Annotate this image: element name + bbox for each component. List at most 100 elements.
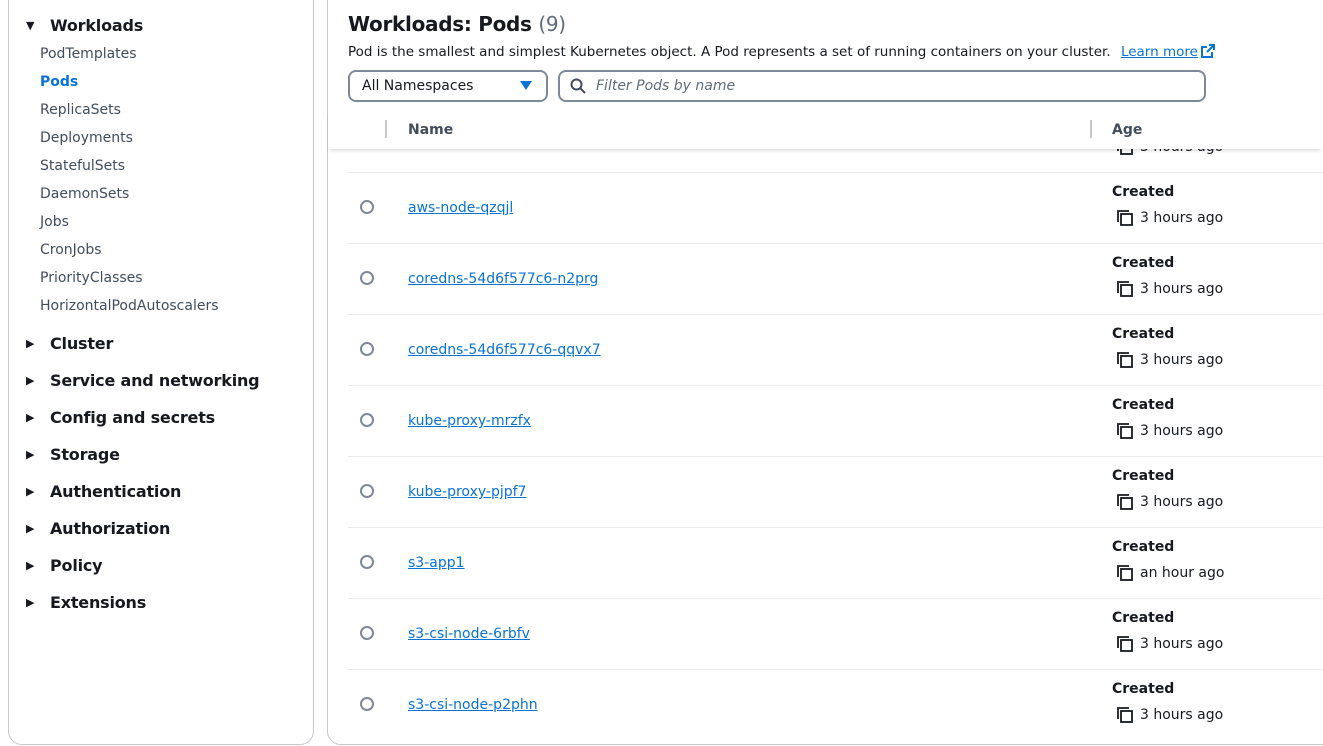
row-select-radio[interactable] [360, 626, 374, 640]
copy-icon[interactable] [1116, 564, 1134, 582]
table-header: Name Age [328, 112, 1323, 149]
namespace-select-value: All Namespaces [362, 78, 474, 94]
nav-section-label: Policy [50, 556, 103, 575]
nav-section-storage[interactable]: ▶ Storage [26, 445, 120, 464]
page-title: Workloads: Pods (9) [348, 12, 566, 36]
age-cell: 3 hours ago [1116, 351, 1223, 369]
column-header-age[interactable]: Age [1112, 122, 1142, 138]
age-label: Created [1112, 610, 1175, 626]
sidebar-item-pods[interactable]: Pods [40, 74, 78, 90]
column-divider [385, 120, 387, 138]
caret-right-icon: ▶ [26, 596, 35, 609]
sidebar-item-cronjobs[interactable]: CronJobs [40, 242, 102, 258]
copy-icon[interactable] [1116, 280, 1134, 298]
row-select-radio[interactable] [360, 200, 374, 214]
age-value: 3 hours ago [1140, 423, 1224, 439]
nav-section-label: Authentication [50, 482, 182, 501]
copy-icon[interactable] [1116, 351, 1134, 369]
search-box[interactable] [558, 70, 1206, 102]
row-select-radio[interactable] [360, 555, 374, 569]
caret-right-icon: ▶ [26, 374, 35, 387]
age-value: 3 hours ago [1140, 494, 1224, 510]
nav-section-policy[interactable]: ▶ Policy [26, 556, 103, 575]
learn-more-link[interactable]: Learn more [1121, 44, 1215, 60]
column-header-name[interactable]: Name [408, 122, 453, 138]
copy-icon[interactable] [1116, 493, 1134, 511]
learn-more-label: Learn more [1120, 44, 1198, 60]
row-select-radio[interactable] [360, 484, 374, 498]
copy-icon[interactable] [1116, 635, 1134, 653]
pod-name-link[interactable]: s3-app1 [408, 555, 465, 571]
age-value: 3 hours ago [1140, 281, 1224, 297]
table-row: coredns-54d6f577c6-n2prg Created 3 hours… [348, 243, 1323, 315]
table-row: s3-app1 Created an hour ago [348, 527, 1323, 599]
age-value: 3 hours ago [1140, 707, 1224, 723]
nav-section-label: Workloads [50, 16, 144, 35]
sidebar-item-jobs[interactable]: Jobs [40, 214, 69, 230]
nav-section-workloads[interactable]: ▼ Workloads [26, 16, 143, 35]
pod-name-link[interactable]: aws-node-qzqjl [408, 200, 513, 216]
pod-name-link[interactable]: coredns-54d6f577c6-n2prg [408, 271, 598, 287]
row-select-radio[interactable] [360, 271, 374, 285]
pod-name-link[interactable]: s3-csi-node-p2phn [408, 697, 538, 713]
caret-down-icon [520, 81, 532, 90]
row-select-radio[interactable] [360, 413, 374, 427]
external-link-icon [1200, 44, 1215, 58]
row-select-radio[interactable] [360, 342, 374, 356]
copy-icon[interactable] [1116, 706, 1134, 724]
copy-icon[interactable] [1116, 209, 1134, 227]
sidebar-item-horizontalpodautoscalers[interactable]: HorizontalPodAutoscalers [40, 298, 219, 314]
namespace-select[interactable]: All Namespaces [348, 70, 548, 102]
nav-section-authentication[interactable]: ▶ Authentication [26, 482, 181, 501]
nav-section-config-secrets[interactable]: ▶ Config and secrets [26, 408, 215, 427]
pod-name-link[interactable]: coredns-54d6f577c6-qqvx7 [408, 342, 601, 358]
pod-count: (9) [538, 12, 566, 36]
nav-section-label: Service and networking [50, 371, 260, 390]
pod-name-link[interactable]: s3-csi-node-6rbfv [408, 626, 530, 642]
nav-section-label: Config and secrets [50, 408, 215, 427]
age-label: Created [1112, 468, 1175, 484]
page-title-text: Workloads: Pods [348, 12, 532, 36]
age-label: Created [1112, 539, 1175, 555]
nav-section-label: Authorization [50, 519, 171, 538]
sidebar-item-deployments[interactable]: Deployments [40, 130, 133, 146]
pod-name-link[interactable]: kube-proxy-mrzfx [408, 413, 531, 429]
caret-right-icon: ▶ [26, 411, 35, 424]
sidebar-item-priorityclasses[interactable]: PriorityClasses [40, 270, 143, 286]
column-divider[interactable] [1090, 120, 1092, 138]
copy-icon[interactable] [1116, 422, 1134, 440]
caret-right-icon: ▶ [26, 485, 35, 498]
age-label: Created [1112, 681, 1175, 697]
age-label: Created [1112, 397, 1175, 413]
nav-section-extensions[interactable]: ▶ Extensions [26, 593, 146, 612]
sidebar-item-daemonsets[interactable]: DaemonSets [40, 186, 129, 202]
nav-section-authorization[interactable]: ▶ Authorization [26, 519, 170, 538]
nav-section-label: Extensions [50, 593, 147, 612]
nav-section-label: Storage [50, 445, 120, 464]
nav-section-service-networking[interactable]: ▶ Service and networking [26, 371, 260, 390]
nav-section-label: Cluster [50, 334, 114, 353]
table-row: s3-csi-node-p2phn Created 3 hours ago [348, 669, 1323, 741]
caret-right-icon: ▶ [26, 522, 35, 535]
page-description: Pod is the smallest and simplest Kuberne… [348, 44, 1215, 60]
sidebar-item-statefulsets[interactable]: StatefulSets [40, 158, 125, 174]
age-value: 3 hours ago [1140, 352, 1224, 368]
search-input[interactable] [594, 77, 1158, 95]
sidebar-item-podtemplates[interactable]: PodTemplates [40, 46, 137, 62]
table-row: aws-node-qzqjl Created 3 hours ago [348, 172, 1323, 244]
description-text: Pod is the smallest and simplest Kuberne… [348, 44, 1111, 60]
row-select-radio[interactable] [360, 697, 374, 711]
sidebar-item-replicasets[interactable]: ReplicaSets [40, 102, 121, 118]
age-cell: 3 hours ago [1116, 635, 1223, 653]
caret-right-icon: ▶ [26, 559, 35, 572]
search-icon [570, 78, 586, 94]
age-cell: 3 hours ago [1116, 209, 1223, 227]
pod-name-link[interactable]: kube-proxy-pjpf7 [408, 484, 526, 500]
table-row: kube-proxy-pjpf7 Created 3 hours ago [348, 456, 1323, 528]
age-value: 3 hours ago [1140, 210, 1224, 226]
age-value: an hour ago [1140, 565, 1225, 581]
nav-section-cluster[interactable]: ▶ Cluster [26, 334, 113, 353]
table-row: kube-proxy-mrzfx Created 3 hours ago [348, 385, 1323, 457]
age-cell: 3 hours ago [1116, 706, 1223, 724]
caret-right-icon: ▶ [26, 337, 35, 350]
